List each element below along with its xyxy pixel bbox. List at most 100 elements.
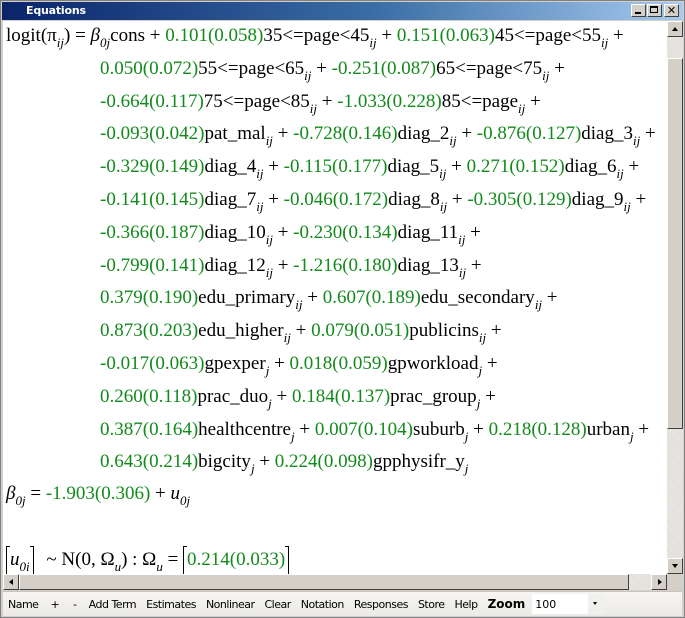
toolbar-clear-button[interactable]: Clear [260, 598, 296, 611]
variable-name[interactable]: gpphysifr_y [373, 451, 465, 472]
estimate[interactable]: 0.079 [311, 320, 354, 341]
toolbar-store-button[interactable]: Store [413, 598, 450, 611]
standard-error[interactable]: (0.051) [354, 320, 409, 341]
standard-error[interactable]: (0.063) [149, 353, 204, 374]
scroll-right-button[interactable] [651, 574, 667, 590]
standard-error[interactable]: (0.104) [358, 419, 413, 440]
zoom-dropdown-button[interactable] [588, 594, 606, 614]
estimate[interactable]: 0.050 [100, 58, 143, 79]
standard-error[interactable]: (0.137) [335, 386, 390, 407]
standard-error[interactable]: (0.152) [509, 156, 564, 177]
variable-name[interactable]: diag_10 [204, 222, 265, 243]
minimize-button[interactable] [631, 4, 646, 17]
variable-name[interactable]: diag_8 [388, 189, 440, 210]
variable-name[interactable]: diag_3 [581, 123, 633, 144]
variable-name[interactable]: diag_2 [398, 123, 450, 144]
variable-name[interactable]: diag_12 [204, 255, 265, 276]
estimate[interactable]: -0.017 [100, 353, 149, 374]
estimate[interactable]: 0.151 [397, 25, 440, 46]
variable-name[interactable]: 35<=page<45 [263, 25, 369, 46]
variable-name[interactable]: 45<=page<55 [495, 25, 601, 46]
estimate[interactable]: 0.214 [187, 549, 230, 570]
scroll-down-button[interactable] [667, 558, 683, 574]
standard-error[interactable]: (0.118) [143, 386, 198, 407]
estimate[interactable]: 0.224 [275, 451, 318, 472]
variable-name[interactable]: 55<=page<65 [198, 58, 304, 79]
standard-error[interactable]: (0.306) [95, 483, 150, 504]
standard-error[interactable]: (0.059) [332, 353, 387, 374]
standard-error[interactable]: (0.087) [381, 58, 436, 79]
standard-error[interactable]: (0.180) [342, 255, 397, 276]
estimate[interactable]: -0.046 [284, 189, 333, 210]
variable-name[interactable]: diag_4 [204, 156, 256, 177]
estimate[interactable]: -1.033 [337, 91, 386, 112]
variable-name[interactable]: diag_9 [572, 189, 624, 210]
standard-error[interactable]: (0.145) [149, 189, 204, 210]
variable-name[interactable]: 65<=page<75 [436, 58, 542, 79]
scroll-left-button[interactable] [3, 574, 19, 590]
variable-name[interactable]: suburb [413, 419, 465, 440]
estimate[interactable]: -0.728 [293, 123, 342, 144]
estimate[interactable]: 0.271 [467, 156, 510, 177]
variable-name[interactable]: diag_7 [204, 189, 256, 210]
variable-name[interactable]: edu_primary [198, 287, 295, 308]
standard-error[interactable]: (0.214) [143, 451, 198, 472]
standard-error[interactable]: (0.164) [143, 419, 198, 440]
toolbar-estimates-button[interactable]: Estimates [141, 598, 201, 611]
standard-error[interactable]: (0.098) [318, 451, 373, 472]
estimate[interactable]: 0.260 [100, 386, 143, 407]
estimate[interactable]: -0.366 [100, 222, 149, 243]
standard-error[interactable]: (0.141) [149, 255, 204, 276]
toolbar-nonlinear-button[interactable]: Nonlinear [201, 598, 260, 611]
variable-name[interactable]: gpworkload [388, 353, 479, 374]
estimate[interactable]: 0.873 [100, 320, 143, 341]
toolbar-minus-button[interactable]: - [66, 598, 83, 611]
estimate[interactable]: 0.607 [323, 287, 366, 308]
estimate[interactable]: 0.101 [165, 25, 208, 46]
variable-name[interactable]: pat_mal [204, 123, 265, 144]
toolbar-help-button[interactable]: Help [450, 598, 483, 611]
estimate[interactable]: -0.329 [100, 156, 149, 177]
standard-error[interactable]: (0.063) [440, 25, 495, 46]
estimate[interactable]: -0.251 [332, 58, 381, 79]
variable-name[interactable]: gpexper [204, 353, 265, 374]
standard-error[interactable]: (0.149) [149, 156, 204, 177]
estimate[interactable]: 0.387 [100, 419, 143, 440]
vertical-scrollbar[interactable] [667, 21, 683, 574]
standard-error[interactable]: (0.177) [332, 156, 387, 177]
standard-error[interactable]: (0.072) [143, 58, 198, 79]
variable-name[interactable]: edu_higher [198, 320, 283, 341]
standard-error[interactable]: (0.172) [333, 189, 388, 210]
toolbar-add-term-button[interactable]: Add Term [84, 598, 141, 611]
variable-name[interactable]: prac_duo [197, 386, 268, 407]
standard-error[interactable]: (0.228) [386, 91, 441, 112]
toolbar-responses-button[interactable]: Responses [349, 598, 413, 611]
standard-error[interactable]: (0.128) [531, 419, 586, 440]
standard-error[interactable]: (0.033) [230, 549, 285, 570]
toolbar-plus-button[interactable]: + [43, 598, 66, 611]
standard-error[interactable]: (0.127) [526, 123, 581, 144]
variable-name[interactable]: urban [587, 419, 630, 440]
close-button[interactable]: ✕ [664, 4, 679, 17]
estimate[interactable]: 0.007 [315, 419, 358, 440]
estimate[interactable]: -0.141 [100, 189, 149, 210]
estimate[interactable]: -0.093 [100, 123, 149, 144]
standard-error[interactable]: (0.134) [342, 222, 397, 243]
standard-error[interactable]: (0.190) [143, 287, 198, 308]
estimate[interactable]: -1.216 [293, 255, 342, 276]
estimate[interactable]: -0.876 [477, 123, 526, 144]
estimate[interactable]: 0.184 [292, 386, 335, 407]
estimate[interactable]: 0.643 [100, 451, 143, 472]
toolbar-name-button[interactable]: Name [3, 598, 43, 611]
variable-name[interactable]: edu_secondary [421, 287, 535, 308]
variable-name[interactable]: diag_6 [565, 156, 617, 177]
variable-name[interactable]: 75<=page<85 [204, 91, 310, 112]
estimate[interactable]: -0.664 [100, 91, 149, 112]
standard-error[interactable]: (0.058) [208, 25, 263, 46]
vertical-scroll-thumb[interactable] [667, 58, 683, 429]
standard-error[interactable]: (0.203) [143, 320, 198, 341]
estimate[interactable]: -0.799 [100, 255, 149, 276]
variable-name[interactable]: 85<=page [442, 91, 518, 112]
standard-error[interactable]: (0.146) [342, 123, 397, 144]
variable-name[interactable]: diag_5 [387, 156, 439, 177]
